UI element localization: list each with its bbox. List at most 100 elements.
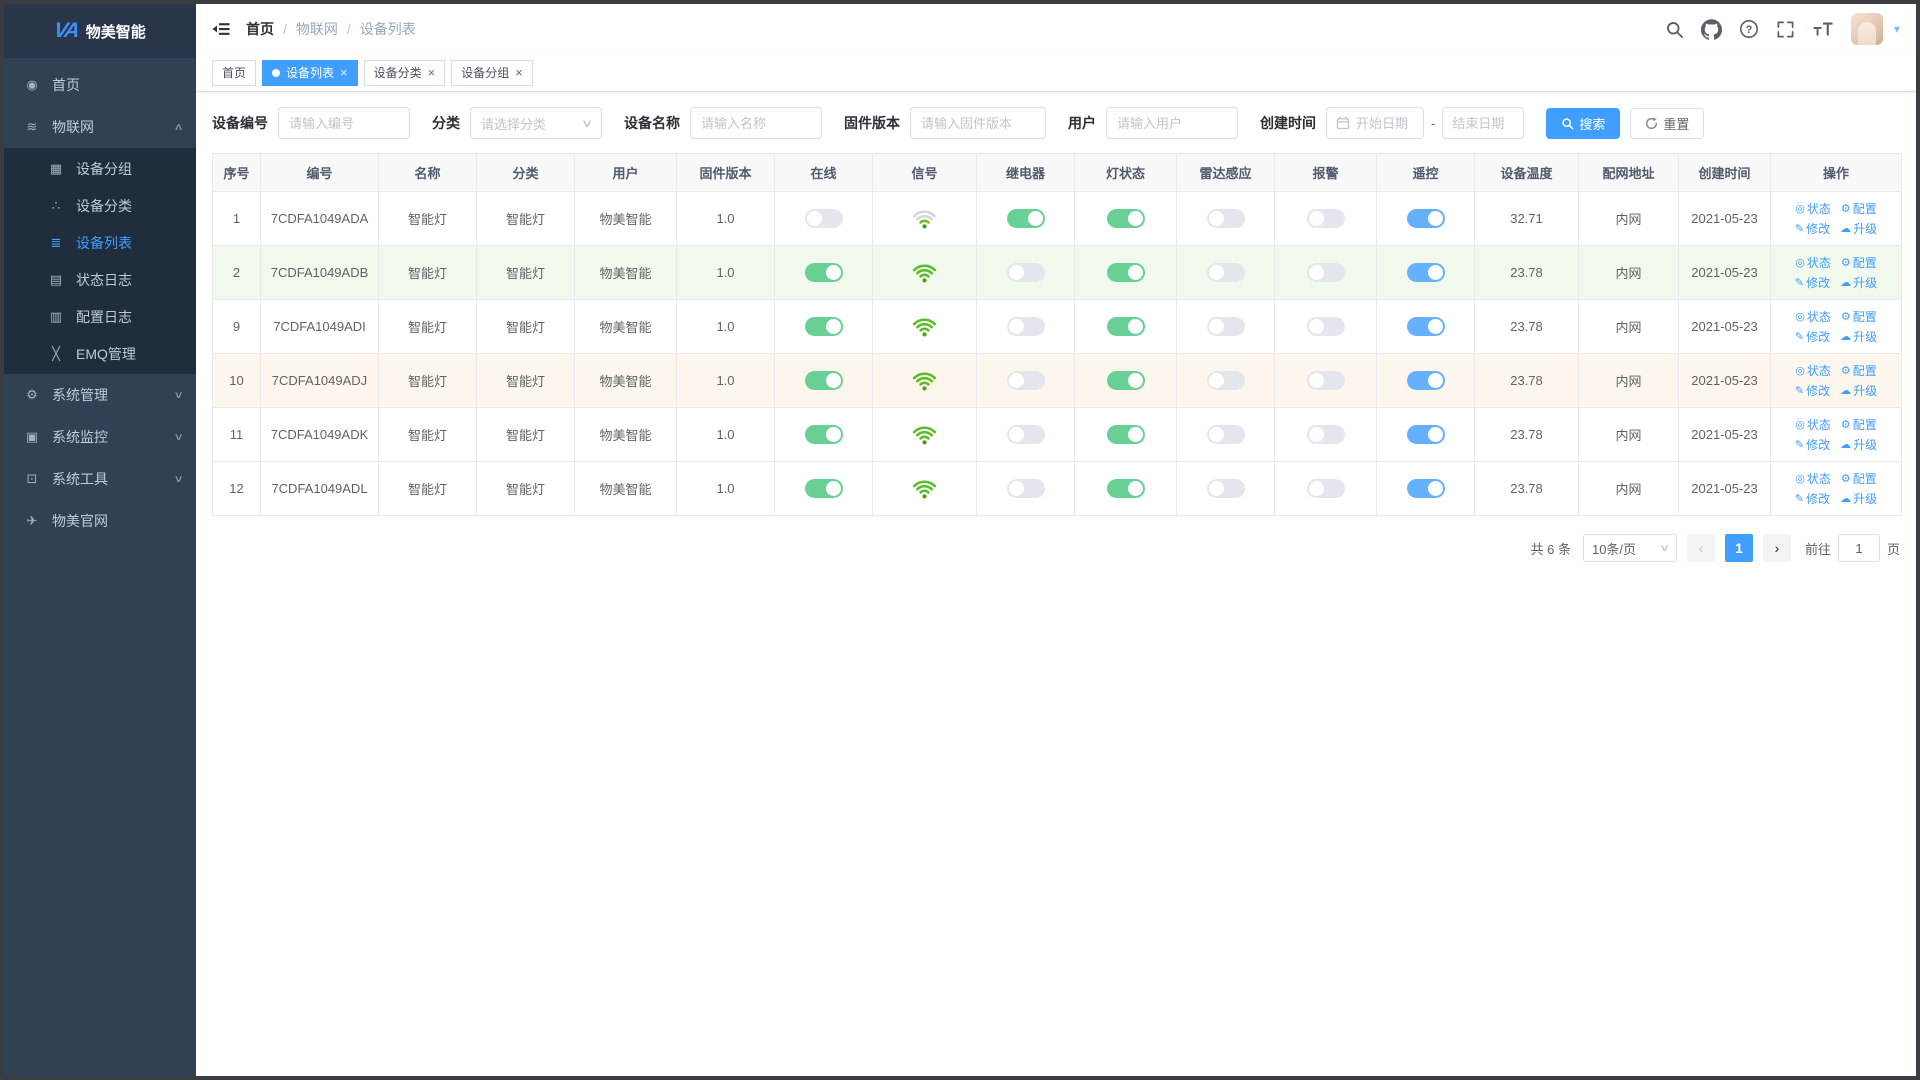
relay-toggle[interactable] [1006, 425, 1045, 444]
status-link[interactable]: ◎ 状态 [1795, 254, 1831, 271]
caret-down-icon[interactable]: ▾ [1894, 22, 1900, 36]
edit-link[interactable]: ✎ 修改 [1795, 220, 1830, 237]
upgrade-link[interactable]: ☁ 升级 [1840, 220, 1877, 237]
font-size-icon[interactable] [1812, 19, 1834, 39]
alarm-toggle[interactable] [1306, 425, 1345, 444]
device-no-input[interactable] [289, 115, 399, 131]
sidebar-item-config-log[interactable]: ▥ 配置日志 [4, 298, 196, 335]
config-link[interactable]: ⚙ 配置 [1841, 362, 1877, 379]
remote-toggle[interactable] [1406, 317, 1445, 336]
config-link[interactable]: ⚙ 配置 [1841, 308, 1877, 325]
radar-toggle[interactable] [1206, 479, 1245, 498]
radar-toggle[interactable] [1206, 425, 1245, 444]
sidebar-item-system-management[interactable]: ⚙ 系统管理 ∨ [4, 374, 196, 416]
online-toggle[interactable] [804, 317, 843, 336]
sidebar-item-system-tools[interactable]: ⊡ 系统工具 ∨ [4, 458, 196, 500]
next-page-button[interactable]: › [1762, 534, 1791, 562]
relay-toggle[interactable] [1006, 371, 1045, 390]
relay-toggle[interactable] [1006, 263, 1045, 282]
alarm-toggle[interactable] [1306, 479, 1345, 498]
page-1-button[interactable]: 1 [1724, 534, 1753, 562]
remote-toggle[interactable] [1406, 479, 1445, 498]
online-toggle[interactable] [804, 263, 843, 282]
sidebar-fold-icon[interactable] [212, 19, 232, 39]
device-name-input[interactable] [701, 115, 811, 131]
fullscreen-icon[interactable] [1776, 20, 1795, 39]
breadcrumb-iot[interactable]: 物联网 [296, 19, 338, 39]
goto-page-input[interactable] [1837, 534, 1880, 562]
upgrade-link[interactable]: ☁ 升级 [1840, 490, 1877, 507]
online-toggle[interactable] [804, 371, 843, 390]
light-toggle[interactable] [1106, 263, 1145, 282]
edit-link[interactable]: ✎ 修改 [1795, 490, 1830, 507]
tab-设备分组[interactable]: 设备分组 × [451, 59, 533, 86]
tab-首页[interactable]: 首页 [212, 59, 257, 86]
start-date-input[interactable] [1356, 115, 1414, 131]
online-toggle[interactable] [804, 479, 843, 498]
sidebar-item-status-log[interactable]: ▤ 状态日志 [4, 261, 196, 298]
search-button[interactable]: 搜索 [1546, 107, 1621, 139]
online-toggle[interactable] [804, 425, 843, 444]
light-toggle[interactable] [1106, 371, 1145, 390]
help-icon[interactable]: ? [1739, 19, 1759, 39]
sidebar-item-system-monitor[interactable]: ▣ 系统监控 ∨ [4, 416, 196, 458]
upgrade-link[interactable]: ☁ 升级 [1840, 328, 1877, 345]
light-toggle[interactable] [1106, 317, 1145, 336]
radar-toggle[interactable] [1206, 371, 1245, 390]
remote-toggle[interactable] [1406, 425, 1445, 444]
upgrade-link[interactable]: ☁ 升级 [1840, 274, 1877, 291]
status-link[interactable]: ◎ 状态 [1795, 470, 1831, 487]
close-icon[interactable]: × [428, 66, 436, 79]
sidebar-item-device-category[interactable]: ∴ 设备分类 [4, 187, 196, 224]
alarm-toggle[interactable] [1306, 371, 1345, 390]
remote-toggle[interactable] [1406, 209, 1445, 228]
remote-toggle[interactable] [1406, 263, 1445, 282]
upgrade-link[interactable]: ☁ 升级 [1840, 382, 1877, 399]
reset-button[interactable]: 重置 [1630, 107, 1705, 139]
close-icon[interactable]: × [340, 66, 348, 79]
sidebar-item-home[interactable]: ◉ 首页 [4, 64, 196, 106]
sidebar-item-emq-manage[interactable]: ╳ EMQ管理 [4, 335, 196, 372]
radar-toggle[interactable] [1206, 209, 1245, 228]
relay-toggle[interactable] [1006, 479, 1045, 498]
alarm-toggle[interactable] [1306, 317, 1345, 336]
firmware-input[interactable] [921, 115, 1035, 131]
category-select[interactable]: 请选择分类 ∨ [470, 107, 602, 139]
edit-link[interactable]: ✎ 修改 [1795, 274, 1830, 291]
tab-设备列表[interactable]: 设备列表 × [262, 59, 358, 86]
alarm-toggle[interactable] [1306, 209, 1345, 228]
status-link[interactable]: ◎ 状态 [1795, 200, 1831, 217]
search-icon[interactable] [1665, 20, 1684, 39]
end-date-input[interactable] [1452, 115, 1515, 131]
breadcrumb-home[interactable]: 首页 [246, 19, 274, 39]
brand-logo[interactable]: VA 物美智能 [4, 4, 196, 58]
page-size-select[interactable]: 10条/页 ∨ [1582, 534, 1677, 562]
relay-toggle[interactable] [1006, 317, 1045, 336]
avatar[interactable] [1850, 13, 1883, 45]
config-link[interactable]: ⚙ 配置 [1841, 200, 1877, 217]
remote-toggle[interactable] [1406, 371, 1445, 390]
config-link[interactable]: ⚙ 配置 [1841, 254, 1877, 271]
online-toggle[interactable] [804, 209, 843, 228]
upgrade-link[interactable]: ☁ 升级 [1840, 436, 1877, 453]
relay-toggle[interactable] [1006, 209, 1045, 228]
light-toggle[interactable] [1106, 425, 1145, 444]
alarm-toggle[interactable] [1306, 263, 1345, 282]
radar-toggle[interactable] [1206, 317, 1245, 336]
github-icon[interactable] [1700, 18, 1722, 40]
prev-page-button[interactable]: ‹ [1686, 534, 1715, 562]
config-link[interactable]: ⚙ 配置 [1841, 470, 1877, 487]
light-toggle[interactable] [1106, 209, 1145, 228]
tab-设备分类[interactable]: 设备分类 × [363, 59, 446, 86]
close-icon[interactable]: × [515, 66, 523, 79]
sidebar-item-device-list[interactable]: ≣ 设备列表 [4, 224, 196, 261]
user-input[interactable] [1117, 115, 1227, 131]
status-link[interactable]: ◎ 状态 [1795, 362, 1831, 379]
status-link[interactable]: ◎ 状态 [1795, 416, 1831, 433]
sidebar-item-device-group[interactable]: ▦ 设备分组 [4, 150, 196, 187]
edit-link[interactable]: ✎ 修改 [1795, 436, 1830, 453]
radar-toggle[interactable] [1206, 263, 1245, 282]
light-toggle[interactable] [1106, 479, 1145, 498]
status-link[interactable]: ◎ 状态 [1795, 308, 1831, 325]
edit-link[interactable]: ✎ 修改 [1795, 382, 1830, 399]
